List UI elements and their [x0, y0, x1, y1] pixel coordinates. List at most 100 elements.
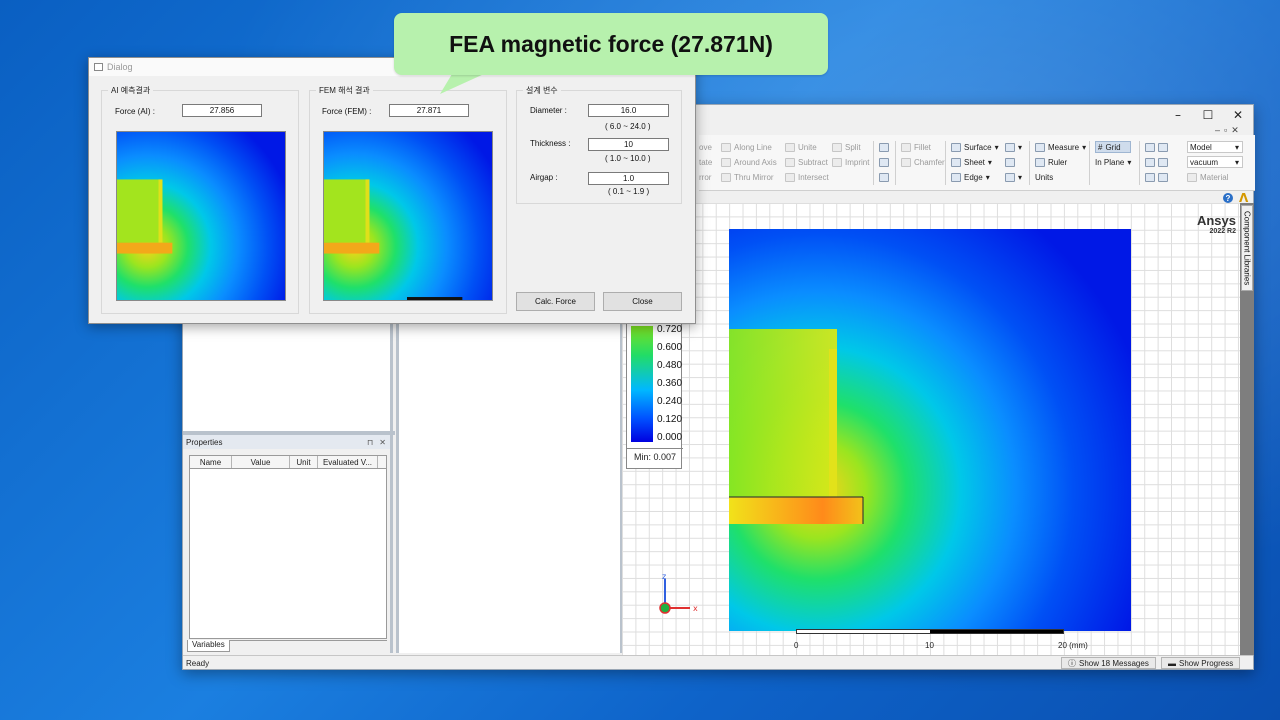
model-combo[interactable]: Model ▾ [1187, 141, 1243, 153]
minimize-button[interactable]: – [1163, 105, 1193, 125]
legend-label: 0.720 [657, 324, 683, 335]
ribbon-separator [1089, 141, 1090, 185]
ribbon-imprint[interactable]: Imprint [832, 156, 869, 168]
view-icon[interactable] [1158, 157, 1168, 167]
view-icon[interactable] [1145, 172, 1155, 182]
generic-tool-icon [879, 142, 889, 152]
ribbon-chamfer[interactable]: Chamfer [901, 156, 945, 168]
column-header-unit[interactable]: Unit [290, 456, 318, 468]
ribbon-edge[interactable]: Edge ▾ [951, 171, 999, 183]
coordinate-system-icon [1005, 142, 1015, 152]
ribbon-ruler[interactable]: Ruler [1035, 156, 1086, 168]
fem-force-label: Force (FEM) : [322, 107, 372, 116]
project-manager-pane [183, 323, 393, 431]
properties-column-headers: Name Value Unit Evaluated V... [190, 456, 386, 469]
view-icon[interactable] [1145, 142, 1155, 152]
armature-plate [729, 497, 863, 524]
ribbon-grid-plane[interactable]: In Plane ▾ [1095, 156, 1131, 168]
ribbon-subtract[interactable]: Subtract [785, 156, 829, 168]
legend-label: 0.000 [657, 432, 683, 443]
ansys-version: 2022 R2 [1209, 228, 1236, 235]
ribbon-move[interactable]: ove [699, 141, 712, 153]
ribbon-misc-2[interactable] [879, 156, 889, 168]
coordinate-system-icon [1005, 172, 1015, 182]
ribbon-misc-3[interactable] [879, 171, 889, 183]
ribbon-sheet[interactable]: Sheet ▾ [951, 156, 999, 168]
close-window-button[interactable]: ✕ [1223, 105, 1253, 125]
ai-force-label: Force (AI) : [115, 107, 156, 116]
window-controls: – ☐ ✕ [1163, 105, 1253, 125]
ribbon-coord-group: ▾ ▾ [1005, 141, 1022, 183]
show-progress-button[interactable]: ▬ Show Progress [1161, 657, 1241, 669]
close-icon[interactable]: ✕ [379, 438, 386, 447]
airgap-input[interactable]: 1.0 [588, 172, 669, 185]
ai-force-field[interactable]: 27.856 [182, 104, 262, 117]
ribbon-around-axis[interactable]: Around Axis [721, 156, 777, 168]
ribbon-thru-mirror[interactable]: Thru Mirror [721, 171, 777, 183]
chevron-down-icon: ▾ [985, 172, 990, 182]
scale-label-20: 20 (mm) [1058, 641, 1088, 650]
coordinate-system-icon [1005, 157, 1015, 167]
ribbon-separator [1139, 141, 1140, 185]
ribbon-transform-group: ove tate rror [699, 141, 712, 183]
ribbon-separator [895, 141, 896, 185]
close-button[interactable]: Close [603, 292, 682, 311]
ribbon-measure[interactable]: Measure ▾ [1035, 141, 1086, 153]
ribbon-coord-1[interactable]: ▾ [1005, 141, 1022, 153]
view-icon[interactable] [1158, 142, 1168, 152]
ribbon-combos: Model ▾ vacuum ▾ Material [1187, 141, 1243, 183]
axis-x-label: x [693, 604, 698, 613]
ribbon-view-icons [1145, 141, 1168, 183]
ribbon-grid-toggle[interactable]: # Grid [1095, 141, 1132, 153]
split-icon [832, 142, 842, 152]
ribbon-misc-1[interactable] [879, 141, 889, 153]
help-icon[interactable]: ? [1223, 193, 1233, 203]
ribbon-separator [1029, 141, 1030, 185]
fem-force-field[interactable]: 27.871 [389, 104, 469, 117]
column-header-value[interactable]: Value [232, 456, 290, 468]
ribbon-surface[interactable]: Surface ▾ [951, 141, 999, 153]
ribbon-split[interactable]: Split [832, 141, 869, 153]
ribbon-units[interactable]: Units [1035, 171, 1086, 183]
diameter-input[interactable]: 16.0 [588, 104, 669, 117]
ribbon-along-line[interactable]: Along Line [721, 141, 777, 153]
material-combo[interactable]: vacuum ▾ [1187, 156, 1243, 168]
view-icon[interactable] [1158, 172, 1168, 182]
ribbon-rotate[interactable]: tate [699, 156, 712, 168]
generic-tool-icon [879, 157, 889, 167]
material-icon [1187, 172, 1197, 182]
show-messages-button[interactable]: ⓘ Show 18 Messages [1061, 657, 1156, 669]
properties-table: Name Value Unit Evaluated V... [189, 455, 387, 639]
chamfer-icon [901, 157, 911, 167]
ribbon-intersect[interactable]: Intersect [785, 171, 829, 183]
column-header-evaluated[interactable]: Evaluated V... [318, 456, 378, 468]
status-ready: Ready [186, 659, 210, 668]
column-header-name[interactable]: Name [190, 456, 232, 468]
ansys-logo: Ansys 2022 R2 [1197, 213, 1236, 235]
component-libraries-tab[interactable]: Component Libraries [1241, 205, 1253, 291]
ribbon-coord-2[interactable] [1005, 156, 1022, 168]
ribbon-mirror[interactable]: rror [699, 171, 712, 183]
modeler-viewport[interactable]: Ansys 2022 R2 0.720 0.600 0.480 0.360 0.… [622, 203, 1240, 655]
ribbon-coord-3[interactable]: ▾ [1005, 171, 1022, 183]
imprint-icon [832, 157, 842, 167]
scale-bar [796, 629, 1064, 634]
pin-icon[interactable]: ⊓ [367, 438, 373, 447]
magnet-core-face [829, 349, 837, 497]
maximize-button[interactable]: ☐ [1193, 105, 1223, 125]
ribbon-material[interactable]: Material [1187, 171, 1243, 183]
calc-force-button[interactable]: Calc. Force [516, 292, 595, 311]
axis-triad: z x [659, 573, 698, 614]
airgap-label: Airgap : [530, 173, 558, 182]
fem-magnet-core [324, 179, 370, 243]
thickness-input[interactable]: 10 [588, 138, 669, 151]
info-icon: ⓘ [1068, 658, 1076, 668]
tab-variables[interactable]: Variables [187, 640, 230, 652]
component-libraries-strip: Component Libraries [1240, 203, 1254, 655]
along-line-icon [721, 142, 731, 152]
ribbon-fillet[interactable]: Fillet [901, 141, 945, 153]
view-icon[interactable] [1145, 157, 1155, 167]
diameter-range: ( 6.0 ~ 24.0 ) [605, 122, 651, 131]
ribbon-unite[interactable]: Unite [785, 141, 829, 153]
properties-title: Properties [186, 437, 223, 447]
